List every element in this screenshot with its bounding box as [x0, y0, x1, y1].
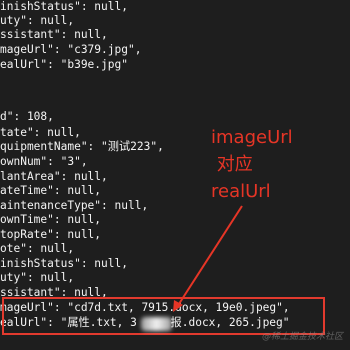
code-line: ownNum": "3",	[0, 155, 88, 168]
annotation-line: realUrl	[211, 181, 271, 202]
annotation-line: 对应	[211, 154, 253, 175]
code-line: uty": null,	[0, 14, 75, 27]
code-line: ownTime": null,	[0, 213, 102, 226]
code-line: lantArea": null,	[0, 170, 108, 183]
redaction-blur	[141, 317, 172, 331]
code-line: quipmentName": "测试223",	[0, 140, 164, 153]
code-line: ealUrl": "b39e.jpg"	[0, 58, 128, 71]
code-line: d": 108,	[0, 110, 54, 123]
code-line: ssistant": null,	[0, 28, 108, 41]
code-line: aintenanceType": null,	[0, 199, 149, 212]
annotation-text: imageUrl 对应 realUrl	[211, 124, 321, 205]
code-line: ote": null,	[0, 242, 75, 255]
annotation-line: imageUrl	[211, 127, 293, 148]
watermark: @稀土掘金技术社区	[261, 332, 343, 343]
code-line: inishStatus": null,	[0, 0, 128, 13]
code-screenshot: inishStatus": null, uty": null, ssistant…	[0, 0, 350, 350]
code-line: ateTime": null,	[0, 184, 102, 197]
code-line: topRate": null,	[0, 228, 102, 241]
code-line: mageUrl": "c379.jpg",	[0, 43, 142, 56]
code-line: tate": null,	[0, 126, 81, 139]
code-line: inishStatus": null,	[0, 257, 128, 270]
code-line: uty": null,	[0, 271, 75, 284]
